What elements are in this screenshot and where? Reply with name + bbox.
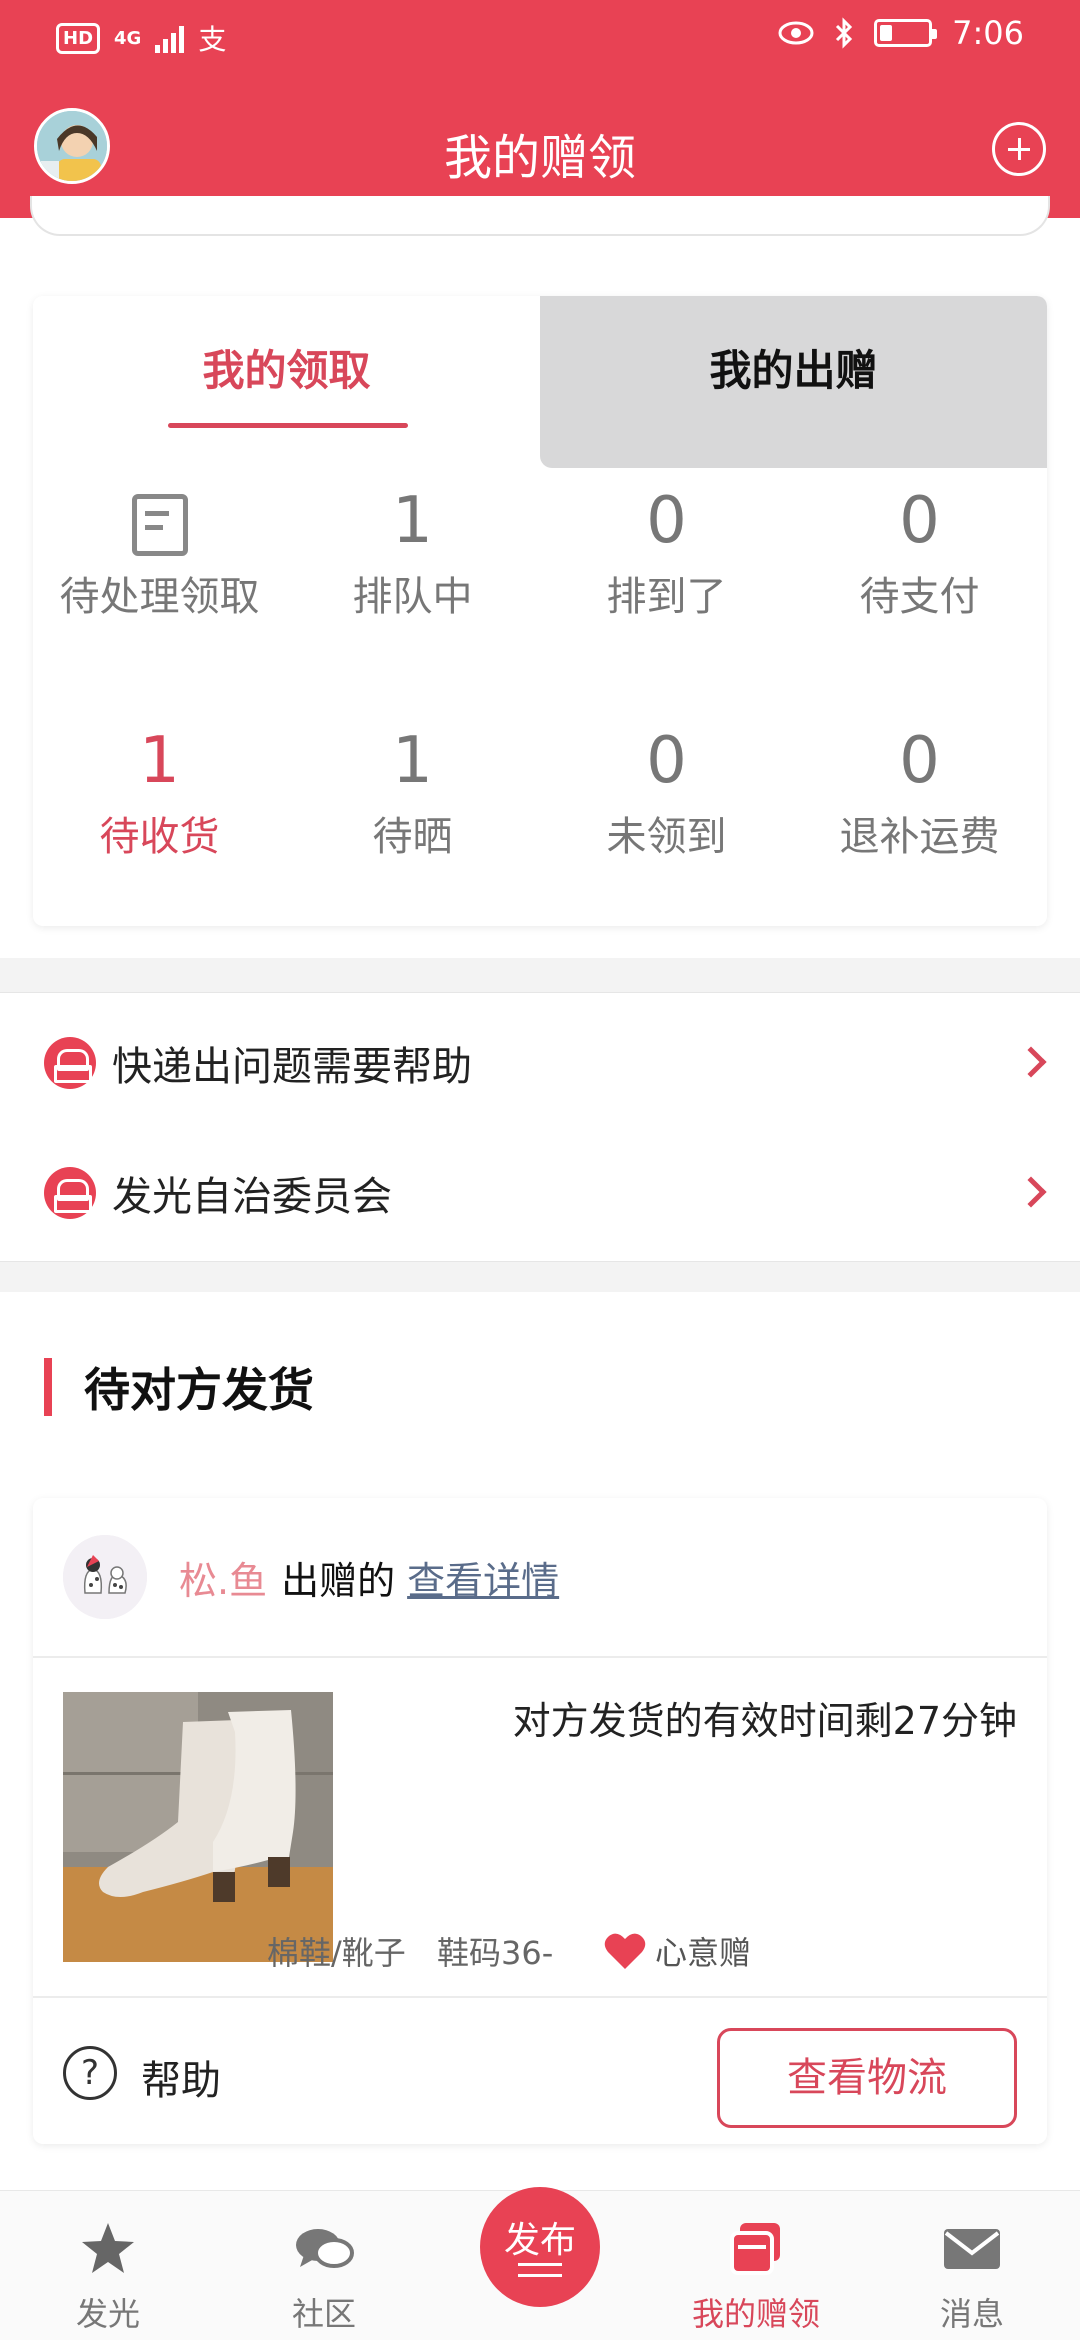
stat-value: 1: [392, 484, 433, 558]
stat-value: 1: [392, 724, 433, 798]
mail-icon: [944, 2229, 1000, 2269]
order-card: 松.鱼 出赠的 查看详情 对方发货的有效时间剩27分钟 棉鞋/靴子 鞋码36- …: [33, 1498, 1047, 2144]
page-title: 我的赠领: [443, 130, 636, 186]
stat-reached[interactable]: 0 排到了: [540, 486, 793, 622]
stat-label: 排到了: [606, 574, 727, 620]
product-category: 棉鞋/靴子: [267, 1934, 406, 1972]
star-icon: [82, 2223, 134, 2273]
heart-icon: [604, 1933, 646, 1969]
previous-card-edge: [30, 196, 1050, 236]
stat-value: 0: [646, 724, 687, 798]
tab-my-gifts-label: 我的出赠: [709, 346, 878, 395]
section-title-text: 待对方发货: [84, 1363, 314, 1417]
status-left: HD 4G 支: [56, 18, 226, 58]
giver-avatar-illustration: [63, 1535, 147, 1619]
stat-label: 待晒: [372, 814, 453, 860]
order-footer: ? 帮助 查看物流: [33, 1996, 1047, 2144]
help-label[interactable]: 帮助: [141, 2048, 221, 2106]
nav-item-community[interactable]: 社区: [216, 2191, 432, 2340]
tab-my-gifts[interactable]: 我的出赠: [540, 296, 1047, 468]
section-title: 待对方发货: [44, 1354, 314, 1420]
stat-label: 未领到: [606, 814, 727, 860]
stat-queuing[interactable]: 1 排队中: [286, 486, 539, 622]
order-header: 松.鱼 出赠的 查看详情: [33, 1498, 1047, 1658]
help-link-label: 快递出问题需要帮助: [112, 1044, 472, 1090]
product-image[interactable]: [63, 1692, 333, 1962]
view-logistics-button[interactable]: 查看物流: [717, 2028, 1017, 2128]
stat-not-received[interactable]: 0 未领到: [540, 726, 793, 862]
status-right: 7:06: [778, 14, 1024, 52]
clock-time: 7:06: [952, 14, 1024, 52]
giver-avatar[interactable]: [63, 1535, 147, 1619]
gift-type-label: 心意赠: [655, 1934, 752, 1972]
stat-label: 待处理领取: [59, 574, 260, 620]
stat-value: 0: [646, 484, 687, 558]
nav-label: 消息: [939, 2295, 1004, 2333]
bluetooth-icon: [836, 17, 853, 49]
stat-pending-claims[interactable]: 待处理领取: [33, 486, 286, 622]
help-links-list: 快递出问题需要帮助 发光自治委员会: [0, 992, 1080, 1262]
question-icon[interactable]: ?: [63, 2046, 117, 2100]
stat-label: 待收货: [99, 814, 220, 860]
nav-label: 发光: [75, 2295, 140, 2333]
help-link-committee[interactable]: 发光自治委员会: [0, 1133, 1080, 1253]
help-link-label: 发光自治委员会: [112, 1174, 392, 1220]
signal-icon: [155, 23, 185, 53]
gift-type: 心意赠: [603, 1928, 751, 1974]
bottom-nav: 发光 社区 发布 我的赠领 消息: [0, 2187, 1080, 2340]
chevron-right-icon: [1015, 1046, 1047, 1078]
stat-value: 0: [899, 484, 940, 558]
claims-card: 我的领取 我的出赠 待处理领取 1 排队中 0 排到了 0 待支付 1 待收货 …: [33, 296, 1047, 926]
add-icon[interactable]: [992, 122, 1046, 176]
chevron-right-icon: [1015, 1176, 1047, 1208]
stat-label: 退补运费: [839, 814, 1000, 860]
publish-icon: [518, 2263, 562, 2277]
view-details-link[interactable]: 查看详情: [407, 1550, 559, 1605]
document-clock-icon: [131, 494, 188, 556]
hd-badge: HD: [56, 22, 101, 54]
alipay-icon: 支: [198, 23, 227, 56]
nav-item-my-gifts[interactable]: 我的赠领: [648, 2191, 864, 2340]
giver-name[interactable]: 松.鱼: [179, 1550, 267, 1605]
giver-suffix: 出赠的: [281, 1558, 396, 1603]
stat-to-receive[interactable]: 1 待收货: [33, 726, 286, 862]
status-bar: HD 4G 支 7:06: [0, 0, 1080, 78]
help-icon: [44, 1037, 96, 1089]
nav-label: 社区: [291, 2295, 356, 2333]
active-tab-underline: [168, 423, 408, 428]
boots-photo: [63, 1692, 333, 1962]
stat-value: 1: [139, 724, 180, 798]
battery-icon: [874, 19, 938, 47]
shipping-countdown: 对方发货的有效时间剩27分钟: [512, 1699, 1017, 1743]
eye-icon: [778, 21, 814, 45]
publish-button[interactable]: 发布: [480, 2187, 600, 2307]
network-type: 4G: [114, 27, 142, 49]
publish-label: 发布: [503, 2220, 576, 2261]
stat-to-show[interactable]: 1 待晒: [286, 726, 539, 862]
chat-bubbles-icon: [296, 2229, 354, 2268]
tab-my-claims-label: 我的领取: [202, 346, 371, 395]
stat-to-pay[interactable]: 0 待支付: [793, 486, 1046, 622]
nav-item-glow[interactable]: 发光: [0, 2191, 216, 2340]
stat-label: 待支付: [859, 574, 980, 620]
gift-box-icon: [730, 2223, 780, 2275]
nav-item-messages[interactable]: 消息: [864, 2191, 1080, 2340]
product-size: 鞋码36-: [437, 1934, 554, 1972]
help-link-courier[interactable]: 快递出问题需要帮助: [0, 1003, 1080, 1123]
help-icon: [44, 1167, 96, 1219]
stat-shipping-refund[interactable]: 0 退补运费: [793, 726, 1046, 862]
stat-value: 0: [899, 724, 940, 798]
tab-my-claims[interactable]: 我的领取: [33, 296, 540, 468]
nav-label: 我的赠领: [691, 2295, 820, 2333]
section-title-bar: [44, 1358, 52, 1416]
stat-label: 排队中: [352, 574, 473, 620]
